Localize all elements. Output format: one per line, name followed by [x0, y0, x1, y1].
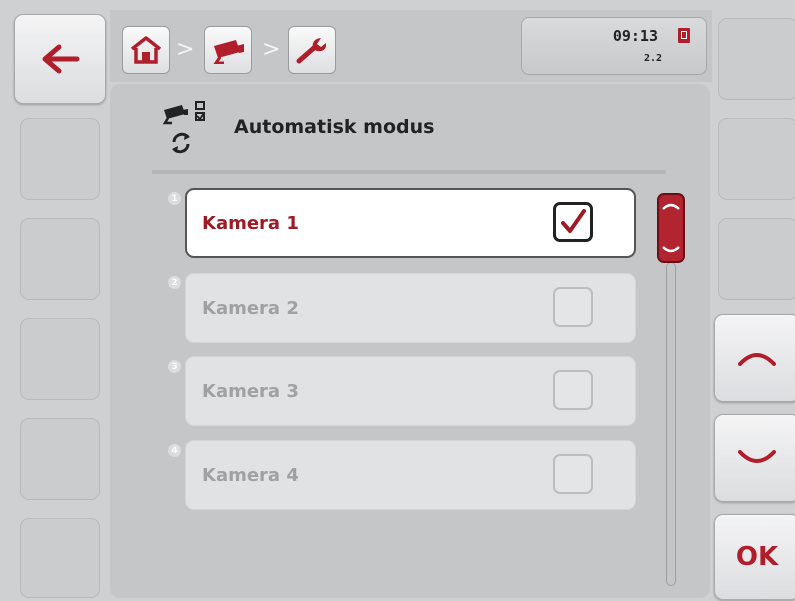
softkey-right-3[interactable] — [718, 218, 795, 300]
camera-auto-mode-icon — [162, 100, 210, 156]
item-number-badge: 2 — [168, 276, 181, 289]
memory-card-icon — [678, 28, 690, 43]
softkey-right-2[interactable] — [718, 118, 795, 200]
checkbox-unchecked[interactable] — [553, 454, 593, 494]
ok-label: OK — [735, 542, 779, 572]
softkey-left-5[interactable] — [20, 418, 100, 500]
item-number-badge: 1 — [168, 192, 181, 205]
list-item-label: Kamera 1 — [202, 213, 299, 234]
header-bar: > > 09:13 2.2 — [110, 10, 712, 82]
back-button[interactable] — [14, 14, 106, 104]
breadcrumb-settings[interactable] — [288, 26, 336, 74]
breadcrumb-home[interactable] — [122, 26, 170, 74]
item-number-badge: 3 — [168, 360, 181, 373]
version-number: 2.2 — [643, 53, 662, 64]
checkbox-unchecked[interactable] — [553, 287, 593, 327]
softkey-right-1[interactable] — [718, 18, 795, 100]
list-item-label: Kamera 2 — [202, 298, 299, 319]
chevron-up-icon — [738, 353, 776, 366]
breadcrumb-separator: > — [262, 37, 281, 62]
camera-icon — [213, 40, 244, 64]
checkmark-icon — [561, 209, 586, 233]
checkbox-unchecked[interactable] — [553, 370, 593, 410]
list-item-label: Kamera 3 — [202, 381, 299, 402]
ok-button[interactable]: OK — [714, 514, 795, 600]
softkey-left-4[interactable] — [20, 318, 100, 400]
list-item-kamera-3[interactable]: Kamera 3 — [185, 356, 636, 426]
clock-time: 09:13 — [612, 27, 658, 45]
status-panel: 09:13 2.2 — [521, 17, 707, 75]
scrollbar-thumb[interactable] — [657, 193, 685, 263]
scroll-down-button[interactable] — [714, 414, 795, 502]
arrow-left-icon — [42, 44, 80, 74]
breadcrumb-camera[interactable] — [204, 26, 252, 74]
list-item-kamera-4[interactable]: Kamera 4 — [185, 440, 636, 510]
title-divider — [152, 170, 666, 174]
home-icon — [130, 36, 162, 64]
item-number-badge: 4 — [168, 444, 181, 457]
chevron-down-icon — [662, 246, 680, 253]
wrench-icon — [296, 38, 327, 64]
page-title: Automatisk modus — [234, 116, 435, 138]
softkey-left-2[interactable] — [20, 118, 100, 200]
chevron-down-icon — [738, 450, 776, 463]
softkey-left-3[interactable] — [20, 218, 100, 300]
scrollbar-track[interactable] — [666, 262, 676, 586]
softkey-left-6[interactable] — [20, 518, 100, 598]
list-item-label: Kamera 4 — [202, 465, 299, 486]
list-item-kamera-2[interactable]: Kamera 2 — [185, 273, 636, 343]
list-item-kamera-1[interactable]: Kamera 1 — [185, 188, 636, 258]
breadcrumb-separator: > — [176, 37, 195, 62]
chevron-up-icon — [662, 203, 680, 210]
scroll-up-button[interactable] — [714, 314, 795, 402]
checkbox-checked[interactable] — [553, 202, 593, 242]
